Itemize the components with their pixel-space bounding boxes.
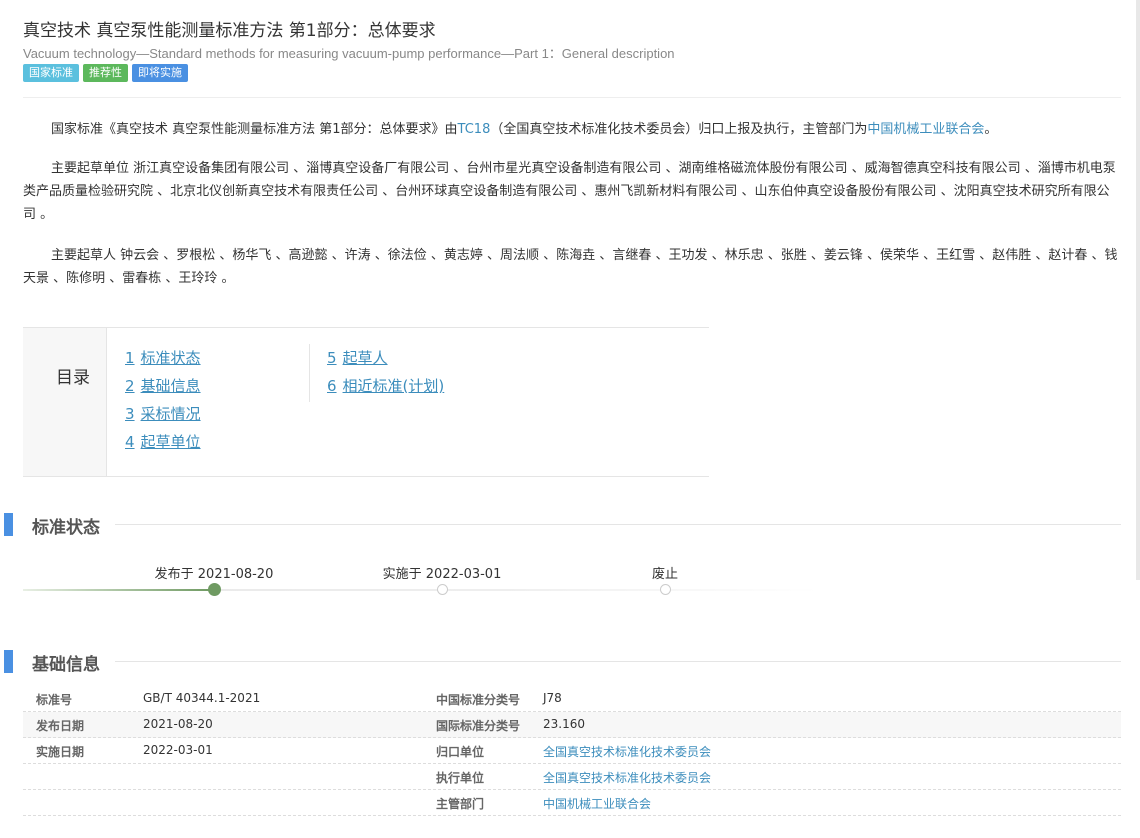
info-value: J78	[543, 691, 562, 705]
info-value: 2022-03-01	[143, 743, 213, 757]
timeline-label-abolished: 废止	[651, 567, 679, 582]
table-of-contents: 目录 1 标准状态 2 基础信息 3 采标情况 4 起草单位 5 起草人 6 相近标准(计划…	[23, 327, 709, 477]
toc-column-1: 1 标准状态 2 基础信息 3 采标情况 4 起草单位	[125, 344, 201, 456]
intro-prefix: 国家标准《真空技术 真空泵性能测量标准方法 第1部分：总体要求》由	[51, 122, 458, 137]
toc-label-box: 目录	[23, 328, 107, 476]
toc-item-drafters[interactable]: 5 起草人	[327, 344, 444, 372]
badge-group: 国家标准 推荐性 即将实施	[23, 64, 188, 82]
status-timeline: 发布于 2021-08-20 实施于 2022-03-01 废止	[23, 560, 823, 600]
section-divider	[115, 524, 1121, 525]
toc-column-2: 5 起草人 6 相近标准(计划)	[309, 344, 444, 402]
info-key: 实施日期	[36, 745, 85, 759]
timeline-label-published: 发布于 2021-08-20	[154, 567, 274, 582]
timeline-progress	[23, 589, 213, 591]
supervising-dept-link[interactable]: 中国机械工业联合会	[543, 797, 651, 811]
toc-item-drafting-units[interactable]: 4 起草单位	[125, 428, 201, 456]
section-header-basic-info: 基础信息	[0, 648, 1121, 675]
page-subtitle: Vacuum technology—Standard methods for m…	[23, 46, 675, 61]
timeline-dot-abolished	[660, 584, 671, 595]
section-title-basic-info: 基础信息	[32, 655, 100, 675]
table-row: 实施日期 2022-03-01 归口单位 全国真空技术标准化技术委员会	[23, 738, 1121, 764]
intro-suffix: 。	[984, 122, 998, 137]
info-key: 国际标准分类号	[436, 719, 521, 733]
info-key: 标准号	[36, 693, 73, 707]
basic-info-table: 标准号 GB/T 40344.1-2021 中国标准分类号 J78 发布日期 2…	[23, 686, 1121, 816]
table-row: 标准号 GB/T 40344.1-2021 中国标准分类号 J78	[23, 686, 1121, 712]
toc-item-basic-info[interactable]: 2 基础信息	[125, 372, 201, 400]
badge-recommended: 推荐性	[83, 64, 128, 82]
info-key: 执行单位	[436, 771, 485, 785]
section-title-status: 标准状态	[32, 518, 100, 538]
timeline-dot-implemented	[437, 584, 448, 595]
section-accent-bar	[4, 650, 13, 673]
timeline-dot-published	[208, 583, 221, 596]
toc-item-status[interactable]: 1 标准状态	[125, 344, 201, 372]
table-row: 发布日期 2021-08-20 国际标准分类号 23.160	[23, 712, 1121, 738]
toc-label: 目录	[56, 368, 90, 388]
table-row: 执行单位 全国真空技术标准化技术委员会	[23, 764, 1121, 790]
toc-item-adoption[interactable]: 3 采标情况	[125, 400, 201, 428]
tc18-link[interactable]: TC18	[458, 122, 491, 137]
intro-middle: （全国真空技术标准化技术委员会）归口上报及执行，主管部门为	[490, 122, 868, 137]
info-value: 23.160	[543, 717, 585, 731]
badge-upcoming: 即将实施	[132, 64, 188, 82]
section-accent-bar	[4, 513, 13, 536]
info-key: 中国标准分类号	[436, 693, 521, 707]
executing-unit-link[interactable]: 全国真空技术标准化技术委员会	[543, 771, 711, 785]
intro-paragraph: 国家标准《真空技术 真空泵性能测量标准方法 第1部分：总体要求》由TC18（全国…	[23, 118, 1121, 141]
header-divider	[23, 97, 1121, 98]
table-row: 主管部门 中国机械工业联合会	[23, 790, 1121, 816]
drafting-units-text: 主要起草单位 浙江真空设备集团有限公司 、淄博真空设备厂有限公司 、台州市星光真…	[23, 161, 1116, 222]
scrollbar[interactable]	[1136, 0, 1140, 580]
drafting-units-paragraph: 主要起草单位 浙江真空设备集团有限公司 、淄博真空设备厂有限公司 、台州市星光真…	[23, 157, 1121, 226]
info-key: 发布日期	[36, 719, 85, 733]
section-divider	[115, 661, 1121, 662]
dept-link[interactable]: 中国机械工业联合会	[867, 122, 984, 137]
page-title: 真空技术 真空泵性能测量标准方法 第1部分：总体要求	[23, 21, 436, 41]
tc-link[interactable]: 全国真空技术标准化技术委员会	[543, 745, 711, 759]
info-key: 主管部门	[436, 797, 485, 811]
timeline-label-implemented: 实施于 2022-03-01	[382, 567, 502, 582]
toc-item-similar-standards[interactable]: 6 相近标准(计划)	[327, 372, 444, 400]
info-key: 归口单位	[436, 745, 485, 759]
drafters-text: 主要起草人 钟云会 、罗根松 、杨华飞 、高逊懿 、许涛 、徐法俭 、黄志婷 、…	[23, 248, 1118, 286]
info-value: 2021-08-20	[143, 717, 213, 731]
section-header-status: 标准状态	[0, 511, 1121, 538]
badge-national-standard: 国家标准	[23, 64, 79, 82]
drafters-paragraph: 主要起草人 钟云会 、罗根松 、杨华飞 、高逊懿 、许涛 、徐法俭 、黄志婷 、…	[23, 244, 1121, 290]
info-value: GB/T 40344.1-2021	[143, 691, 261, 705]
